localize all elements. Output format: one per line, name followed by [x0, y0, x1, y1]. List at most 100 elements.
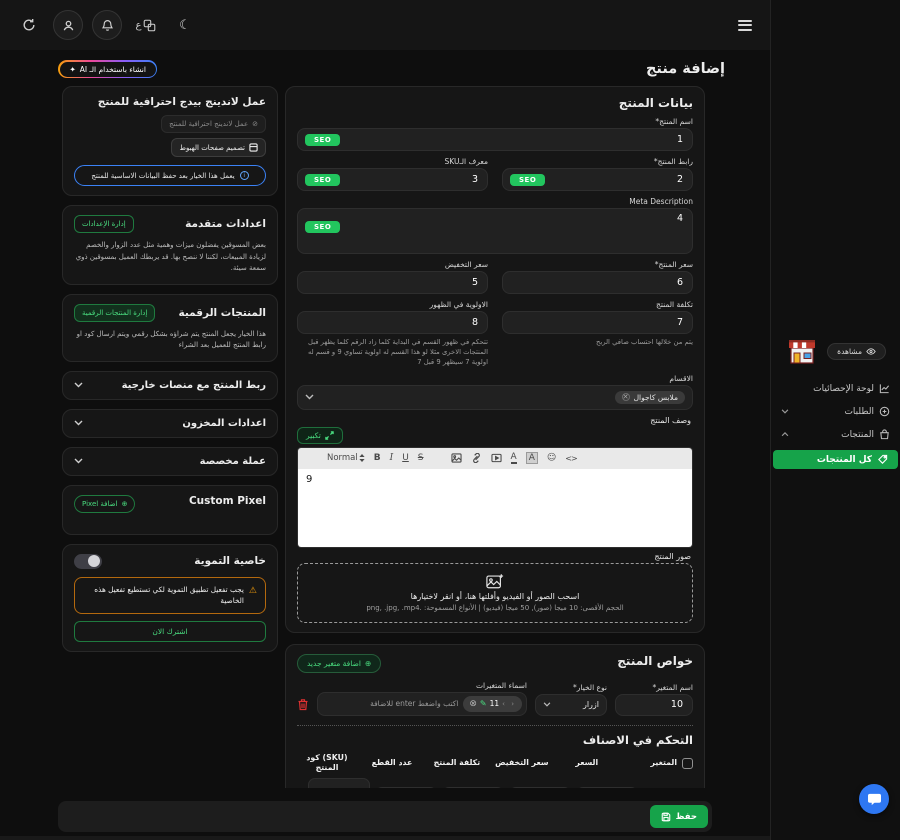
page-title: إضافة منتج [645, 61, 725, 77]
user-icon [63, 20, 73, 30]
sidebar-item-statistics[interactable]: لوحة الإحصائيات [771, 379, 900, 398]
text-color-icon[interactable]: A [510, 452, 517, 465]
add-pixel-button[interactable]: ⊕ اضافة Pixel [74, 494, 136, 513]
cost-label: تكلفة المنتج [656, 300, 693, 309]
product-name-input[interactable] [298, 134, 692, 145]
edit-value-icon[interactable]: ✎ [480, 699, 487, 708]
notifications-button[interactable] [92, 10, 122, 40]
remove-value-icon[interactable]: ⊗ [469, 699, 477, 709]
variant-sale-input[interactable]: سعر التخفيض5 [509, 787, 571, 788]
save-icon [661, 812, 670, 821]
editor-content[interactable]: 9 [298, 468, 692, 547]
add-variant-button[interactable]: ⊕ اضافة متغير جديد [297, 653, 382, 673]
custom-pixel-card: Custom Pixel ⊕ اضافة Pixel [62, 484, 278, 535]
sidebar: مشاهدة لوحة الإحصائيات الطلبات المنتجات … [770, 0, 900, 840]
content: بيانات المنتج اسم المنتج* SEO رابط المنت… [0, 84, 770, 788]
sidebar-nav: لوحة الإحصائيات الطلبات المنتجات كل المن… [771, 379, 900, 469]
sidebar-item-all-products[interactable]: كل المنتجات [773, 450, 898, 469]
select-all-checkbox[interactable] [682, 757, 693, 769]
refresh-button[interactable] [14, 10, 44, 40]
variant-values-label: اسماء المتغيرات [475, 680, 527, 690]
price-input[interactable] [503, 277, 692, 288]
variant-sku-input[interactable]: (SKU) كود المنتج13 [308, 777, 370, 788]
variant-values-input[interactable]: ⊗ ✎ 11 ‹ › اكتب واضغط enter للاضافة [317, 691, 527, 716]
italic-icon[interactable]: I [390, 453, 394, 463]
menu-button[interactable] [734, 16, 756, 35]
underline-icon[interactable]: U [402, 453, 409, 463]
add-variant-label: اضافة متغير جديد [307, 658, 362, 668]
video-icon[interactable] [490, 453, 502, 463]
theme-toggle-button[interactable]: ☾ [170, 10, 200, 40]
emoji-icon[interactable]: ☺ [547, 453, 556, 463]
image-icon[interactable] [450, 453, 462, 463]
expand-editor-button[interactable]: تكبير [297, 426, 343, 444]
expand-button-label: تكبير [306, 430, 321, 440]
image-dropzone[interactable]: اسحب الصور أو الفيديو وأفلتها هنا، أو ان… [297, 562, 693, 623]
chevron-down-icon [543, 702, 551, 707]
strikethrough-icon[interactable]: S [418, 453, 424, 463]
code-icon[interactable]: <> [565, 454, 577, 463]
values-placeholder: اكتب واضغط enter للاضافة [370, 699, 459, 709]
bg-color-icon[interactable]: A [525, 452, 538, 465]
manage-settings-button[interactable]: إدارة الإعدادات [74, 215, 134, 233]
variant-name-label: اسم المتغير* [652, 682, 693, 692]
save-bar: حفظ [58, 801, 712, 832]
design-landing-button[interactable]: تصميم صفحات الهبوط [171, 138, 266, 157]
advanced-text: بعض المسوقين يفضلون ميزات وهمية مثل عدد … [75, 241, 266, 273]
bag-icon [879, 429, 890, 440]
store-logo-icon [789, 340, 815, 364]
sku-field: معرف الـSKU SEO [297, 157, 488, 191]
cost-input[interactable] [503, 317, 692, 328]
manage-digital-button[interactable]: إدارة المنتجات الرقمية [74, 303, 156, 322]
external-platforms-collapse[interactable]: ربط المنتج مع منصات خارجية [62, 370, 278, 400]
language-letter: ع [135, 19, 142, 31]
chat-button[interactable] [859, 784, 889, 814]
view-store-button[interactable]: مشاهدة [827, 343, 886, 360]
inventory-settings-collapse[interactable]: اعدادات المخزون [62, 408, 278, 438]
delete-variant-button[interactable] [297, 698, 309, 711]
category-tag[interactable]: ملابس كاجوال ✕ [614, 390, 685, 404]
value-tag[interactable]: ⊗ ✎ 11 ‹ › [463, 695, 522, 712]
create-landing-button[interactable]: ⊘ عمل لاندينج احترافية للمنتج [161, 115, 266, 133]
variants-header-row: المتغير السعر سعر التخفيض تكلفة المنتج ع… [297, 753, 693, 774]
camouflage-warning: ⚠ يجب تفعيل تطبيق التموية لكي تستطيع تفع… [74, 576, 266, 615]
attributes-card: خواص المنتج ⊕ اضافة متغير جديد اسم المتغ… [285, 643, 705, 788]
variant-row: 11 السعر6 سعر التخفيض5 تكلفة المنتج7 عدد… [297, 777, 693, 788]
info-icon: i [239, 171, 249, 180]
save-button[interactable]: حفظ [649, 805, 708, 828]
variant-cost-input[interactable]: تكلفة المنتج7 [442, 787, 504, 788]
priority-input[interactable] [298, 317, 487, 328]
remove-tag-icon[interactable]: ✕ [621, 393, 630, 402]
save-button-label: حفظ [675, 811, 697, 822]
attribute-row: اسم المتغير* نوع الخيار* ازرار اسماء الم… [297, 681, 693, 716]
side-cards-column: عمل لاندينج بيدج احترافية للمنتج ⊘ عمل ل… [62, 86, 278, 788]
language-button[interactable]: ع [131, 10, 161, 40]
chevron-down-icon [74, 458, 83, 464]
description-label: وصف المنتج [650, 415, 691, 425]
refresh-icon [23, 19, 35, 31]
custom-currency-collapse[interactable]: عملة مخصصة [62, 446, 278, 476]
meta-description-field: Meta Description 4 SEO [297, 197, 693, 254]
ai-create-button[interactable]: انشاء باستخدام الـ AI ✦ [58, 60, 158, 78]
variant-qty-input[interactable]: عدد القطع12 [375, 787, 437, 788]
meta-description-input[interactable]: 4 [298, 209, 692, 253]
dropzone-text: اسحب الصور أو الفيديو وأفلتها هنا، أو ان… [410, 592, 580, 602]
format-select[interactable]: Normal [327, 453, 365, 463]
option-type-label: نوع الخيار* [573, 682, 607, 692]
categories-select[interactable]: ملابس كاجوال ✕ [297, 384, 693, 410]
subscribe-button[interactable]: اشترك الان [74, 621, 266, 643]
sidebar-item-orders[interactable]: الطلبات [771, 402, 900, 421]
bold-icon[interactable]: B [374, 453, 381, 463]
sale-price-input[interactable] [298, 277, 487, 288]
variant-name-input[interactable] [552, 699, 692, 711]
link-icon[interactable] [471, 453, 482, 464]
column-sku: (SKU) كود المنتج [306, 752, 348, 773]
custom-currency-label: عملة مخصصة [199, 455, 266, 467]
variant-price-input[interactable]: السعر6 [576, 787, 638, 788]
sidebar-item-products[interactable]: المنتجات [771, 425, 900, 444]
external-platforms-label: ربط المنتج مع منصات خارجية [121, 379, 266, 391]
digital-text: هذا الخيار يجعل المنتج يتم شراؤه بشكل رق… [76, 329, 266, 350]
account-button[interactable] [53, 10, 83, 40]
camouflage-toggle[interactable] [74, 553, 102, 569]
format-value: Normal [327, 453, 358, 464]
